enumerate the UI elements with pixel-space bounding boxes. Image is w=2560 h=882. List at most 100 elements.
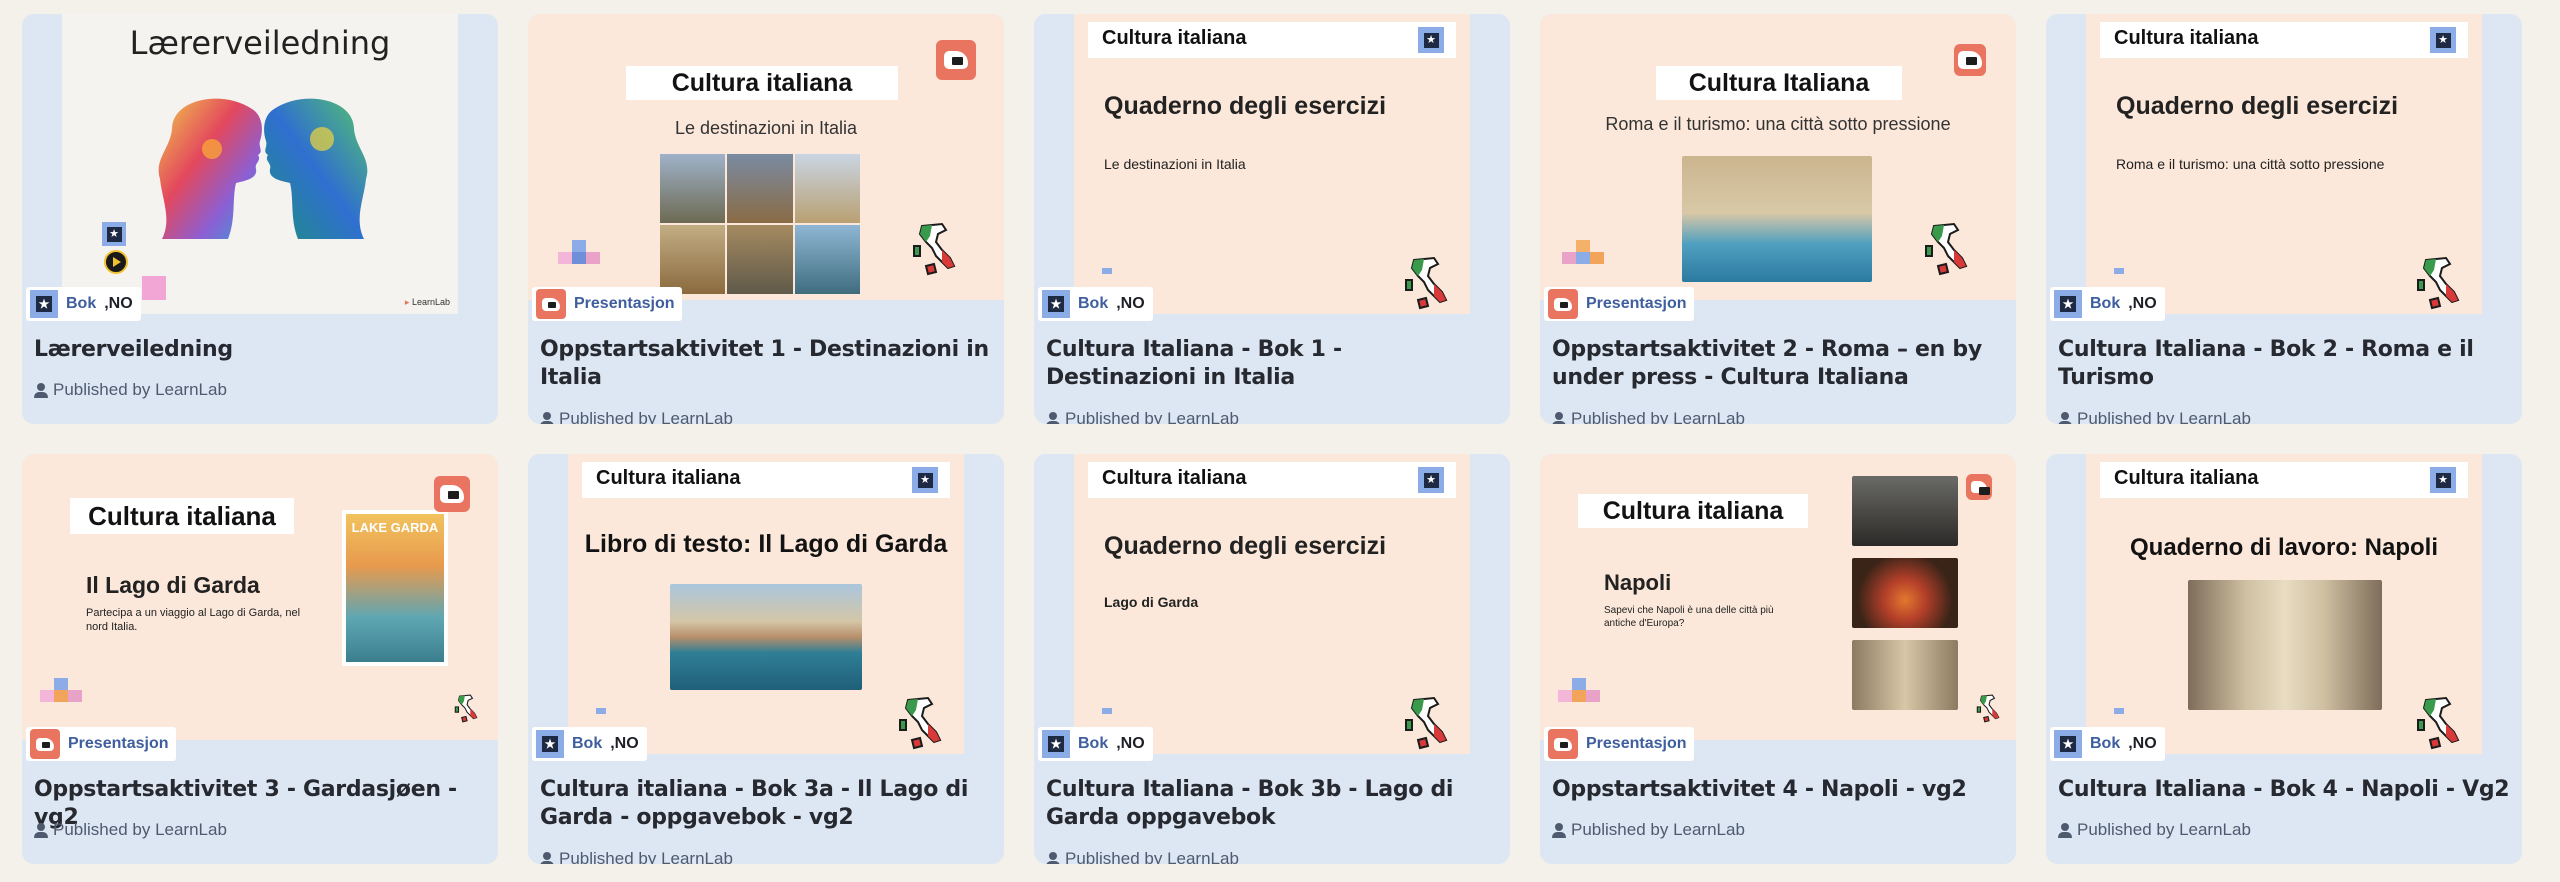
resource-card[interactable]: Cultura italiana ★ Quaderno di lavoro: N…: [2046, 454, 2522, 864]
card-thumbnail[interactable]: Cultura italiana Napoli Sapevi che Napol…: [1540, 454, 2016, 754]
user-icon: [1046, 411, 1060, 424]
resource-card[interactable]: Cultura italiana ★ Quaderno degli eserci…: [1034, 14, 1510, 424]
card-thumbnail[interactable]: Cultura italiana ★ Quaderno degli eserci…: [1034, 454, 1510, 754]
user-icon: [34, 822, 48, 838]
language-label: ,NO: [1116, 735, 1145, 752]
card-title[interactable]: Oppstartsaktivitet 2 - Roma – en by unde…: [1552, 336, 2004, 392]
slide-heading: Cultura italiana: [1578, 494, 1808, 528]
card-thumbnail[interactable]: Cultura italiana Le destinazioni in Ital…: [528, 14, 1004, 314]
card-title[interactable]: Oppstartsaktivitet 4 - Napoli - vg2: [1552, 776, 2004, 804]
card-title[interactable]: Lærerveiledning: [34, 336, 486, 364]
card-thumbnail[interactable]: Lærerveiledning ▸ LearnLab ★: [22, 14, 498, 314]
user-icon: [1046, 851, 1060, 864]
italy-map-icon: [1925, 223, 1967, 275]
user-icon: [34, 382, 48, 398]
publisher: Published by LearnLab: [2058, 409, 2251, 424]
poster-text: LAKE GARDA: [351, 520, 439, 535]
type-label: Presentasjon: [1586, 295, 1687, 312]
slide-preview: Cultura italiana ★ Quaderno degli eserci…: [2086, 14, 2482, 314]
language-label: ,NO: [610, 735, 639, 752]
card-thumbnail[interactable]: Cultura italiana Il Lago di Garda Partec…: [22, 454, 498, 754]
type-badge: ★ Bok ,NO: [532, 727, 647, 761]
publisher-text: Published by LearnLab: [559, 849, 733, 864]
slide-preview: Cultura italiana ★ Libro di testo: Il La…: [568, 454, 964, 754]
two-heads-illustration: [158, 98, 368, 239]
card-title[interactable]: Cultura italiana - Bok 3a - Il Lago di G…: [540, 776, 992, 832]
type-label: Bok: [572, 735, 603, 752]
play-icon: [104, 250, 128, 274]
user-icon: [540, 851, 554, 864]
divider: [596, 708, 606, 714]
slide-preview: Cultura italiana ★ Quaderno degli eserci…: [1074, 14, 1470, 314]
card-title[interactable]: Cultura Italiana - Bok 2 - Roma e il Tur…: [2058, 336, 2510, 392]
decorative-blocks: [1558, 678, 1604, 716]
slide-heading: Quaderno degli esercizi: [1104, 92, 1387, 120]
type-badge: ★ Bok ,NO: [2050, 727, 2165, 761]
card-title[interactable]: Oppstartsaktivitet 1 - Destinazioni in I…: [540, 336, 992, 392]
slide-text: Sapevi che Napoli è una delle città più …: [1604, 605, 1774, 629]
presentation-icon: [1548, 289, 1578, 319]
card-title[interactable]: Cultura Italiana - Bok 1 - Destinazioni …: [1046, 336, 1498, 392]
italy-map-icon: [1976, 694, 2000, 723]
slide-subheading: Napoli: [1604, 570, 1672, 595]
slide-bar-title: Cultura italiana: [2114, 27, 2259, 49]
user-icon: [2058, 411, 2072, 424]
card-thumbnail[interactable]: Cultura italiana ★ Quaderno degli eserci…: [1034, 14, 1510, 314]
card-thumbnail[interactable]: Cultura italiana ★ Quaderno di lavoro: N…: [2046, 454, 2522, 754]
napoli-street-photo: [2188, 580, 2382, 710]
publisher-text: Published by LearnLab: [559, 409, 733, 424]
card-title[interactable]: Cultura Italiana - Bok 3b - Lago di Gard…: [1046, 776, 1498, 832]
publisher-text: Published by LearnLab: [2077, 820, 2251, 839]
type-label: Bok: [2090, 295, 2121, 312]
slide-bar-title: Cultura italiana: [1102, 467, 1247, 489]
resource-card[interactable]: Cultura italiana ★ Quaderno degli eserci…: [1034, 454, 1510, 864]
slide-bar-title: Cultura italiana: [596, 467, 741, 489]
presentation-icon: [936, 40, 976, 80]
language-label: ,NO: [1116, 295, 1145, 312]
slide-preview: Cultura italiana Napoli Sapevi che Napol…: [1540, 454, 2016, 740]
resource-card[interactable]: Cultura Italiana Roma e il turismo: una …: [1540, 14, 2016, 424]
slide-subheading: Le destinazioni in Italia: [674, 118, 858, 138]
slide-heading: Quaderno degli esercizi: [2116, 92, 2399, 120]
card-thumbnail[interactable]: Cultura italiana ★ Libro di testo: Il La…: [528, 454, 1004, 754]
italy-map-icon: [899, 697, 941, 749]
divider: [2114, 708, 2124, 714]
publisher-text: Published by LearnLab: [53, 380, 227, 399]
book-icon: ★: [30, 290, 58, 318]
publisher-text: Published by LearnLab: [2077, 409, 2251, 424]
presentation-icon: [434, 476, 470, 512]
resource-card[interactable]: Cultura italiana ★ Libro di testo: Il La…: [528, 454, 1004, 864]
resource-card[interactable]: Cultura italiana Le destinazioni in Ital…: [528, 14, 1004, 424]
book-icon: ★: [2430, 467, 2456, 493]
language-label: ,NO: [2128, 295, 2157, 312]
publisher: Published by LearnLab: [2058, 820, 2251, 840]
divider: [1102, 708, 1112, 714]
card-title[interactable]: Cultura Italiana - Bok 4 - Napoli - Vg2: [2058, 776, 2510, 804]
slide-subheading: Il Lago di Garda: [86, 572, 260, 598]
slide-heading: Cultura italiana: [70, 498, 294, 534]
slide-header-bar: Cultura italiana ★: [1088, 462, 1456, 498]
language-label: ,NO: [104, 295, 133, 312]
decorative-blocks: [558, 240, 604, 278]
divider: [2114, 268, 2124, 274]
card-thumbnail[interactable]: Cultura Italiana Roma e il turismo: una …: [1540, 14, 2016, 314]
resource-card[interactable]: Cultura italiana ★ Quaderno degli eserci…: [2046, 14, 2522, 424]
slide-subheading: Roma e il turismo: una città sotto press…: [1605, 114, 1951, 134]
user-icon: [2058, 822, 2072, 838]
resource-card[interactable]: Cultura italiana Napoli Sapevi che Napol…: [1540, 454, 2016, 864]
italy-map-icon: [1405, 697, 1447, 749]
book-icon: ★: [912, 467, 938, 493]
slide-preview: Cultura italiana ★ Quaderno degli eserci…: [1074, 454, 1470, 754]
type-label: Presentasjon: [574, 295, 675, 312]
italy-map-icon: [1405, 257, 1447, 309]
card-thumbnail[interactable]: Cultura italiana ★ Quaderno degli eserci…: [2046, 14, 2522, 314]
publisher: Published by LearnLab: [540, 849, 733, 864]
book-icon: ★: [2054, 290, 2082, 318]
publisher-text: Published by LearnLab: [53, 820, 227, 839]
resource-card[interactable]: Cultura italiana Il Lago di Garda Partec…: [22, 454, 498, 864]
puzzle-icon: [142, 276, 166, 300]
publisher: Published by LearnLab: [1046, 849, 1239, 864]
italy-map-icon: [2417, 257, 2459, 309]
resource-card[interactable]: Lærerveiledning ▸ LearnLab ★ ★ Bok ,NO L: [22, 14, 498, 424]
presentation-icon: [30, 729, 60, 759]
